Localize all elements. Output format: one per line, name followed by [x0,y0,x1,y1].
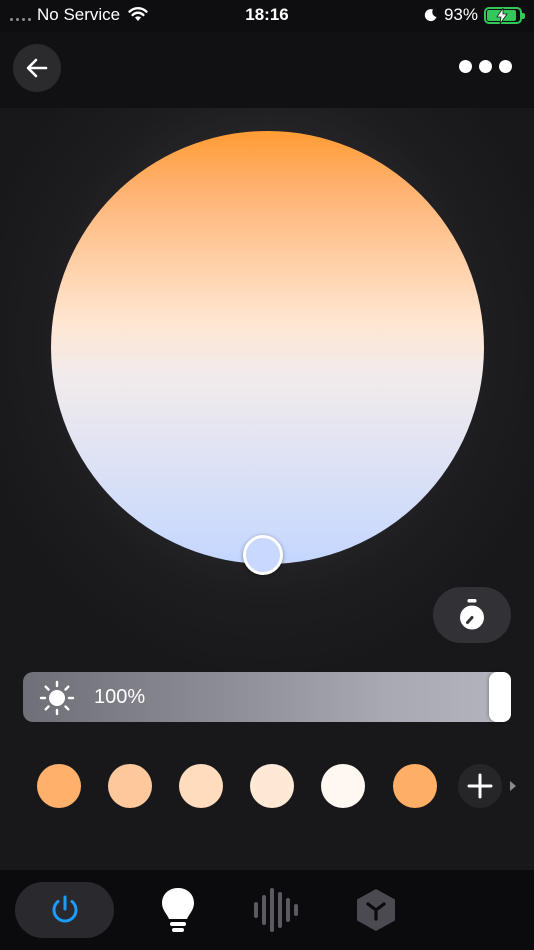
brightness-slider[interactable]: 100% [23,672,511,722]
bottom-nav [0,870,534,950]
music-waveform-icon [254,888,298,932]
brightness-slider-thumb[interactable] [489,672,511,722]
preset-row [0,764,534,808]
chevron-right-icon [510,781,516,791]
ellipsis-dot [479,60,492,73]
arrow-left-icon [26,58,48,78]
ellipsis-dot [459,60,472,73]
power-icon [52,895,77,923]
preset-color-4[interactable] [250,764,294,808]
preset-color-6[interactable] [393,764,437,808]
preset-color-2[interactable] [108,764,152,808]
status-right: 93% [424,5,525,25]
top-bar [0,32,534,108]
timer-button[interactable] [433,587,511,643]
nav-light-button[interactable] [150,882,206,938]
lightbulb-icon [162,888,194,932]
more-options-button[interactable] [459,60,512,73]
add-preset-button[interactable] [458,764,502,808]
battery-percent: 93% [443,5,478,24]
brightness-value: 100% [94,686,146,708]
color-temperature-wheel[interactable] [51,131,484,564]
nav-scene-button[interactable] [348,882,404,938]
scene-cube-icon [357,889,395,931]
sun-icon [39,680,75,716]
timer-icon [460,599,484,630]
nav-power-button[interactable] [15,882,114,938]
preset-color-1[interactable] [37,764,81,808]
color-picker-handle[interactable] [243,535,283,575]
back-button[interactable] [13,44,61,92]
battery-icon [484,6,525,24]
preset-color-3[interactable] [179,764,223,808]
plus-icon [467,773,493,799]
charging-bolt-icon [496,7,508,24]
moon-icon [424,9,437,22]
battery-cap [522,12,525,19]
ellipsis-dot [499,60,512,73]
preset-color-5[interactable] [321,764,365,808]
status-bar: No Service 18:16 93% [0,0,534,32]
nav-music-button[interactable] [248,882,304,938]
